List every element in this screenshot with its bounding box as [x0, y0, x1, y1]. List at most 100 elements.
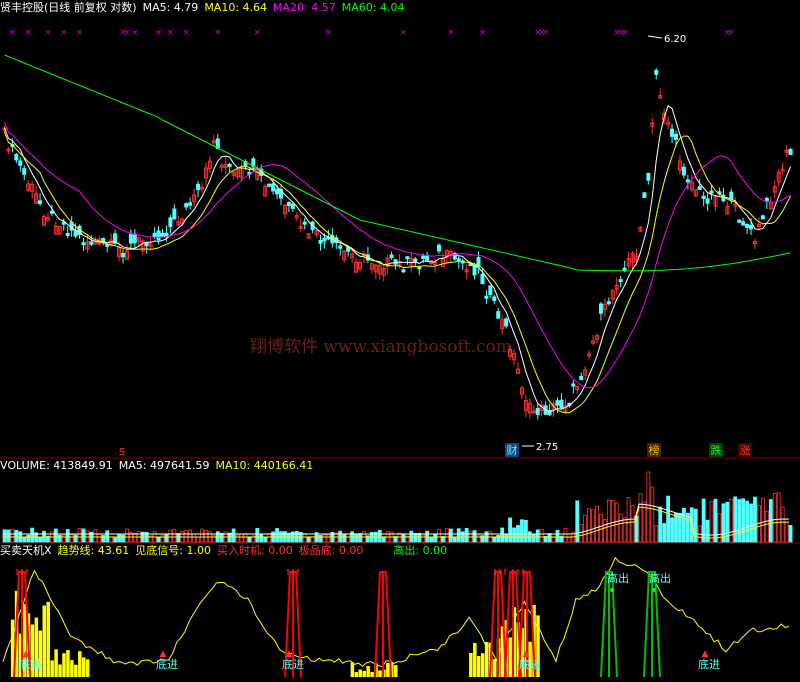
volume-bar: [753, 496, 757, 543]
volume-bar: [737, 499, 742, 543]
signal-x-marker: ×: [123, 28, 131, 38]
signal-x-marker: ×: [44, 28, 52, 38]
sell-signal-label: 高出: [649, 571, 671, 585]
volume-bar: [322, 534, 327, 543]
volume-bar: [65, 529, 70, 543]
volume-bar: [599, 514, 603, 543]
buy-signal-label: 底进: [156, 657, 178, 671]
ma10-line: [4, 131, 791, 414]
candle-body: [405, 256, 410, 260]
candle-body: [38, 200, 43, 205]
bottom-signal-bar: [42, 605, 46, 677]
volume-bar: [219, 532, 224, 543]
bottom-signal-bar: [477, 656, 481, 677]
volume-bar: [255, 528, 260, 543]
volume-bar: [749, 503, 753, 543]
candle-body: [705, 198, 710, 204]
volume-bar: [421, 534, 426, 543]
candle-body: [152, 232, 157, 238]
candle-body: [741, 221, 746, 226]
bottom-signal-bar: [62, 653, 66, 677]
bottom-signal-bar: [366, 666, 370, 677]
volume-bar: [239, 533, 244, 543]
bottom-signal-bar: [85, 659, 90, 677]
candle-body: [484, 295, 489, 299]
volume-bar: [85, 530, 90, 543]
volume-bar: [53, 528, 58, 543]
volume-bar: [583, 514, 588, 543]
volume-bar: [354, 533, 358, 543]
candle-body: [184, 203, 189, 208]
volume-bar: [780, 506, 785, 543]
volume-bar: [563, 528, 568, 543]
candle-body: [188, 202, 193, 206]
chart-canvas[interactable]: × × × × × ×× × × × × × × × × × × ××× ××× ××6.202.75S 财榜跌涨⇑⇑…: [0, 0, 800, 682]
buy-signal-label: 底进: [282, 657, 304, 671]
candle-body: [681, 166, 686, 176]
volume-bar: [448, 528, 453, 543]
candle-body: [606, 301, 611, 305]
volume-bar: [243, 533, 248, 543]
volume-bar: [117, 534, 121, 543]
bottom-signal-bar: [469, 652, 473, 677]
bottom-signal-bar: [378, 670, 382, 677]
bottom-signal-bar: [54, 649, 58, 677]
candle-body: [196, 183, 201, 191]
candle-body: [275, 188, 280, 195]
candle-body: [318, 240, 323, 244]
volume-bar: [666, 495, 670, 543]
bottom-signal-bar: [50, 660, 54, 677]
volume-bar: [705, 519, 710, 543]
volume-bar: [200, 528, 204, 543]
candle-body: [492, 296, 497, 302]
signal-x-marker: ×: [155, 28, 163, 38]
candle-body: [286, 201, 291, 206]
bottom-signal-bar: [484, 641, 489, 677]
signal-x-marker: ×: [167, 28, 175, 38]
volume-bar: [456, 528, 461, 543]
volume-bar: [73, 534, 78, 543]
volume-bar: [535, 529, 540, 543]
volume-bar: [682, 507, 686, 543]
candle-body: [267, 183, 272, 187]
volume-bar: [77, 528, 82, 543]
bottom-signal-bar: [66, 650, 70, 677]
bottom-signal-bar: [78, 651, 82, 677]
volume-bar: [263, 536, 268, 543]
bottom-signal-bar: [386, 662, 390, 677]
signal-x-marker: ×: [24, 28, 32, 38]
volume-bar: [168, 529, 173, 543]
bottom-signal-bar: [46, 601, 50, 677]
volume-bar: [709, 501, 714, 543]
volume-bar: [674, 512, 678, 543]
signal-x-marker: ×: [542, 28, 550, 38]
volume-bar: [105, 530, 110, 543]
volume-bar: [472, 530, 477, 543]
volume-bar: [476, 534, 481, 543]
volume-bar: [761, 497, 765, 543]
volume-bar: [504, 534, 509, 543]
volume-bar: [176, 533, 181, 543]
candle-body: [456, 258, 461, 262]
volume-bar: [638, 493, 643, 543]
volume-bar: [662, 523, 667, 543]
bottom-signal-bar: [492, 659, 497, 677]
candle-body: [393, 259, 398, 265]
signal-x-marker: ×: [621, 28, 629, 38]
volume-bar: [192, 533, 197, 543]
volume-bar: [452, 537, 457, 543]
candle-body: [480, 273, 485, 285]
candle-body: [685, 179, 690, 183]
bottom-signal-bar: [473, 642, 477, 677]
candle-body: [89, 241, 94, 245]
volume-bar: [547, 533, 552, 543]
volume-bar: [784, 521, 789, 543]
volume-bar: [524, 519, 528, 543]
candle-body: [81, 242, 86, 246]
buy-signal-label: 底进: [519, 657, 541, 671]
volume-bar: [188, 529, 193, 543]
candle-body: [338, 245, 343, 249]
volume-bar: [658, 506, 663, 543]
volume-bar: [113, 537, 117, 543]
volume-bar: [10, 528, 15, 543]
